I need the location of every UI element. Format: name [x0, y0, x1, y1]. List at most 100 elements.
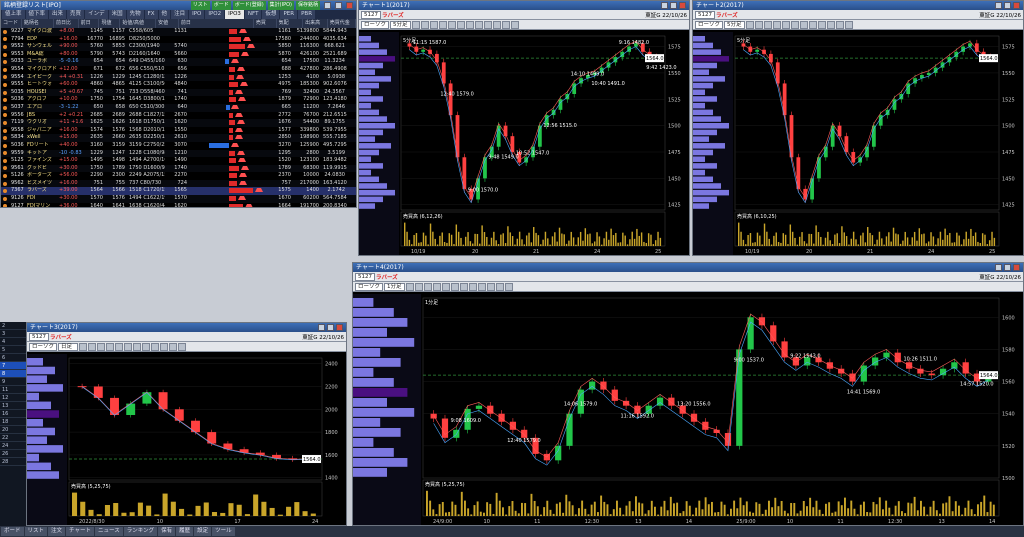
list-item[interactable]: 5033 ユーラボ -5 -0.16 654 654 649 D455/1600 630 65…	[1, 58, 356, 66]
list-title-button[interactable]: ボード(登録)	[232, 1, 266, 10]
list-column-header[interactable]: 始値/高値	[120, 19, 157, 28]
chart-canvas[interactable]: 5分足15751550152515001475145014251564.0売買高…	[693, 32, 1023, 255]
tool-icon[interactable]	[414, 282, 423, 291]
chart-canvas[interactable]: 1分足 1600 1580 1560 1540 1520 1500 1564.0 9:08 16…	[353, 294, 1023, 525]
list-tab[interactable]: 値下率	[25, 10, 49, 19]
tool-icon[interactable]	[745, 20, 754, 29]
side-strip-cell[interactable]: 28	[0, 458, 26, 466]
list-item[interactable]: 9555ヒートウォ +60.00 4860 4865 4125 C3100/5600 48…	[1, 81, 356, 89]
tool-icon[interactable]	[799, 20, 808, 29]
tool-icon[interactable]	[504, 282, 513, 291]
tool-icon[interactable]	[429, 20, 438, 29]
side-strip-cell[interactable]: 4	[0, 338, 26, 346]
list-title-button[interactable]: 保存銘柄	[295, 1, 320, 10]
tool-icon[interactable]	[835, 20, 844, 29]
tool-icon[interactable]	[420, 20, 429, 29]
tool-icon[interactable]	[411, 20, 420, 29]
list-item[interactable]: 5036FDリート +40.00 3160 3159 3159 C2750/2500 30…	[1, 142, 356, 150]
list-column-header[interactable]: 気配	[277, 19, 304, 28]
list-title-button[interactable]: 集計(IPO)	[267, 1, 294, 10]
tool-icon[interactable]	[432, 282, 441, 291]
symbol-code-input[interactable]: 5127	[29, 332, 49, 341]
list-title-button[interactable]: ボード	[211, 1, 231, 10]
tool-icon[interactable]	[459, 282, 468, 291]
list-item[interactable]: 9127FDIマリン +36.00 1640 1641 1638 C1620/4480 1…	[1, 203, 356, 207]
list-column-header[interactable]: 安値	[156, 19, 179, 28]
close-icon[interactable]	[336, 324, 343, 331]
tool-icon[interactable]	[495, 282, 504, 291]
close-icon[interactable]	[1013, 264, 1020, 271]
minimize-icon[interactable]	[995, 264, 1002, 271]
list-window-titlebar[interactable]: 銘柄登録リスト[IPO] リスト ボード ボード(登録) 集計(IPO) 保存銘柄	[1, 1, 356, 10]
taskbar-item[interactable]: ツール	[212, 527, 235, 536]
taskbar-item[interactable]: 注文	[48, 527, 66, 536]
symbol-code-input[interactable]: 5127	[361, 10, 381, 19]
tool-icon[interactable]	[844, 20, 853, 29]
list-tab[interactable]: 先物	[126, 10, 144, 19]
side-strip-cell[interactable]: 26	[0, 450, 26, 458]
tool-icon[interactable]	[468, 282, 477, 291]
list-tab[interactable]: PER	[280, 10, 298, 19]
list-tab[interactable]: IPO	[189, 10, 205, 19]
list-column-header[interactable]: 前日比	[54, 19, 79, 28]
list-item[interactable]: 7794 EDP +16.00 16770 16895 D8250/5000 17580 24…	[1, 36, 356, 44]
tool-icon[interactable]	[115, 342, 124, 351]
list-item[interactable]: 9554エイピーク +4 +0.31 1226 1229 1245 C1280/1200…	[1, 73, 356, 82]
side-strip-cell[interactable]: 6	[0, 354, 26, 362]
maximize-icon[interactable]	[1004, 2, 1011, 9]
chart-canvas[interactable]: 2400 2200 2000 1800 1600 1400 1564.0 売買高 (5,25,…	[27, 354, 346, 525]
list-tab[interactable]: 米国	[108, 10, 126, 19]
list-tab[interactable]: PBR	[298, 10, 316, 19]
tool-icon[interactable]	[441, 282, 450, 291]
list-tab[interactable]: 仮想	[262, 10, 280, 19]
chart-canvas[interactable]: 5分足15751550152515001475145014251564.011:…	[359, 32, 689, 255]
list-tab[interactable]: インデ	[85, 10, 108, 19]
list-title-button[interactable]: リスト	[190, 1, 210, 10]
list-item[interactable]: 9556JBS +2 +0.21 2685 2689 2688 C1827/1520 26…	[1, 112, 356, 120]
list-column-header[interactable]: 銘柄名	[22, 19, 54, 28]
tool-icon[interactable]	[510, 20, 519, 29]
chart-titlebar[interactable]: チャート1(2017)	[359, 1, 689, 10]
chart-style-select[interactable]: ローソク	[355, 282, 384, 291]
close-icon[interactable]	[346, 2, 353, 9]
tool-icon[interactable]	[486, 282, 495, 291]
tool-icon[interactable]	[169, 342, 178, 351]
tool-icon[interactable]	[501, 20, 510, 29]
tool-icon[interactable]	[88, 342, 97, 351]
tool-icon[interactable]	[817, 20, 826, 29]
interval-select[interactable]: 日足	[58, 342, 79, 351]
side-strip-cell[interactable]: 9	[0, 378, 26, 386]
tool-icon[interactable]	[754, 20, 763, 29]
tool-icon[interactable]	[106, 342, 115, 351]
taskbar-item[interactable]: 履歴	[176, 527, 194, 536]
tool-icon[interactable]	[142, 342, 151, 351]
list-item[interactable]: 9227 マイクロ波 +8.00 1145 1157 C558/605 1131 1161 51…	[1, 28, 356, 36]
maximize-icon[interactable]	[670, 2, 677, 9]
minimize-icon[interactable]	[661, 2, 668, 9]
list-item[interactable]: 5834xWell +15.00 2635 2660 2635 D2250/1800 26…	[1, 134, 356, 142]
minimize-icon[interactable]	[318, 324, 325, 331]
list-item[interactable]: 5037 エアロ -3 -1.22 650 658 650 C510/300 640 665 1…	[1, 103, 356, 112]
list-item[interactable]: 9553 M&A総 +80.00 5790 5743 D2160/1640 5660 5870…	[1, 51, 356, 59]
list-item[interactable]: 9554 マイクロアド +12.00 671 672 656 C550/510 656 688…	[1, 66, 356, 74]
side-strip-cell[interactable]: 5	[0, 346, 26, 354]
list-column-header[interactable]: 売買	[254, 19, 277, 28]
list-column-header[interactable]: 前日	[179, 19, 254, 28]
tool-icon[interactable]	[474, 20, 483, 29]
side-strip-cell[interactable]: 13	[0, 402, 26, 410]
interval-select[interactable]: 1分足	[384, 282, 405, 291]
list-column-header[interactable]: 出来高	[303, 19, 328, 28]
list-item[interactable]: 7119ウクリオ +11 +1.67 1625 1626 1618 D1750/1460…	[1, 119, 356, 127]
list-item[interactable]: 5035 HOUSEI +5 +0.67 745 751 733 D558/460 741 7…	[1, 88, 356, 97]
side-strip-cell[interactable]: 24	[0, 442, 26, 450]
close-icon[interactable]	[679, 2, 686, 9]
side-strip-cell[interactable]: 7	[0, 362, 26, 370]
side-strip-cell[interactable]: 8	[0, 370, 26, 378]
list-item[interactable]: 5126ポーターズ +56.00 2290 2300 2249 A2075/1570 22…	[1, 172, 356, 180]
tool-icon[interactable]	[405, 282, 414, 291]
list-item[interactable]: 9558ジャパニア +16.00 1574 1576 1568 D2010/1970 15…	[1, 127, 356, 135]
taskbar-item[interactable]: 保有	[158, 527, 176, 536]
taskbar-item[interactable]: ボード	[1, 527, 24, 536]
list-tab[interactable]: NFT	[244, 10, 262, 19]
taskbar-item[interactable]: ニュース	[95, 527, 123, 536]
